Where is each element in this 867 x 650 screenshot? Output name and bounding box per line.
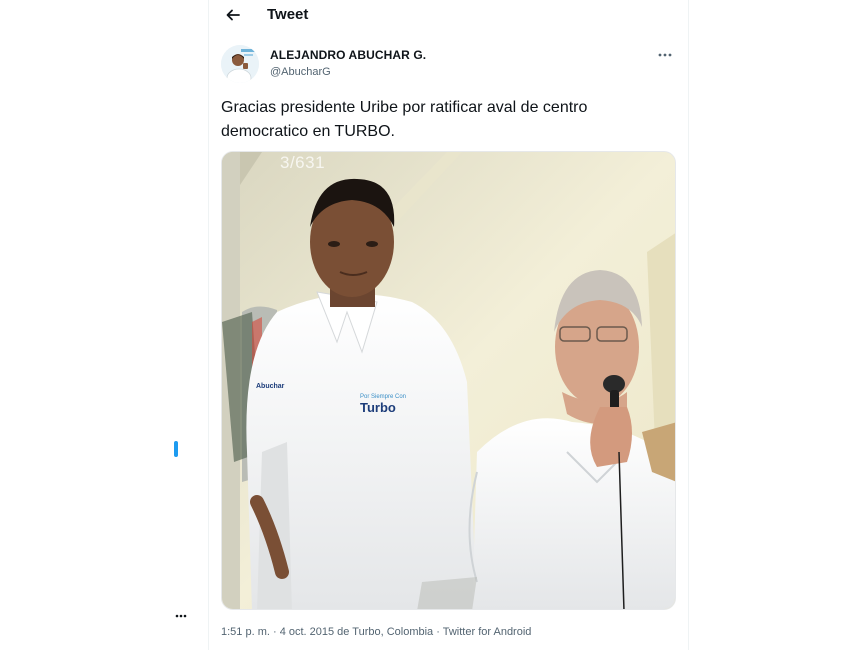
author-handle[interactable]: @AbucharG [270,66,331,78]
tweet-meta: 1:51 p. m. · 4 oct. 2015 de Turbo, Colom… [221,626,532,638]
top-bar: Tweet [209,0,688,32]
tweet-text: Gracias presidente Uribe por ratificar a… [221,99,588,140]
side-nav-accent [174,441,178,457]
tweet-column: Tweet ALEJANDRO ABUCHAR G. @AbucharG Gra… [208,0,689,650]
shirt-logo-left: Abuchar [256,383,285,390]
shirt-logo-right: Turbo [360,400,396,415]
tweet-photo[interactable]: Abuchar Por Siempre Con Turbo 3/631 [221,151,676,610]
more-horizontal-icon [658,53,672,57]
page-title: Tweet [267,6,309,23]
author-name[interactable]: ALEJANDRO ABUCHAR G. [270,48,426,62]
avatar[interactable] [221,45,259,83]
tweet-author-row: ALEJANDRO ABUCHAR G. @AbucharG [221,45,677,85]
side-more-icon[interactable] [173,610,189,622]
more-options-button[interactable] [653,47,677,63]
back-button[interactable] [221,4,245,26]
photo-overlay-counter: 3/631 [280,153,326,172]
arrow-left-icon [226,9,240,21]
